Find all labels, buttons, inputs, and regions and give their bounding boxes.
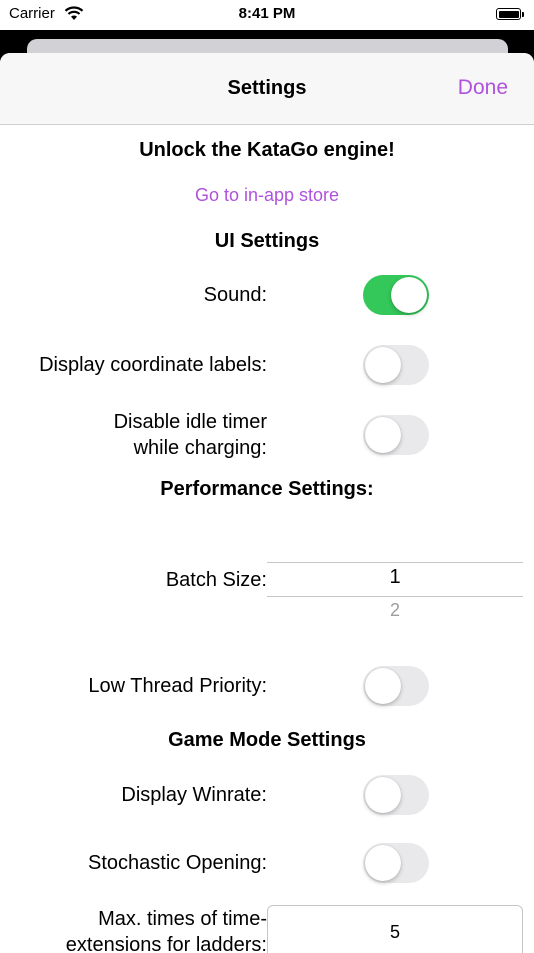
idle-timer-label-line2: while charging: — [133, 437, 267, 459]
status-bar: Carrier 8:41 PM — [0, 0, 534, 30]
toggle-knob — [365, 668, 401, 704]
done-button[interactable]: Done — [458, 76, 508, 100]
display-winrate-toggle[interactable] — [363, 775, 429, 815]
navigation-bar: Settings Done — [0, 53, 534, 125]
batch-size-option[interactable]: 2 — [267, 600, 523, 621]
toggle-knob — [365, 347, 401, 383]
time-extensions-label-line1: Max. times of time- — [98, 908, 267, 930]
picker-divider — [267, 596, 523, 597]
coordinate-labels-label: Display coordinate labels: — [39, 354, 267, 376]
settings-sheet: Settings Done Unlock the KataGo engine! … — [0, 53, 534, 953]
toggle-knob — [365, 845, 401, 881]
picker-divider — [267, 562, 523, 563]
batch-size-picker[interactable]: 1 2 — [267, 562, 523, 644]
coordinate-labels-toggle[interactable] — [363, 345, 429, 385]
toggle-knob — [391, 277, 427, 313]
display-winrate-label: Display Winrate: — [121, 784, 267, 806]
performance-heading: Performance Settings: — [160, 478, 374, 500]
in-app-store-link[interactable]: Go to in-app store — [0, 185, 534, 206]
battery-tip — [522, 12, 524, 17]
stochastic-opening-toggle[interactable] — [363, 843, 429, 883]
game-mode-heading: Game Mode Settings — [168, 729, 366, 751]
batch-size-selected[interactable]: 1 — [267, 566, 523, 589]
idle-timer-label: Disable idle timer while charging: — [114, 409, 267, 461]
time-extensions-label: Max. times of time- extensions for ladde… — [66, 906, 267, 953]
sound-toggle[interactable] — [363, 275, 429, 315]
sound-label: Sound: — [203, 284, 267, 306]
idle-timer-label-line1: Disable idle timer — [113, 411, 267, 433]
stochastic-opening-label: Stochastic Opening: — [88, 852, 267, 874]
low-thread-priority-label: Low Thread Priority: — [88, 675, 267, 697]
idle-timer-toggle[interactable] — [363, 415, 429, 455]
clock: 8:41 PM — [238, 5, 296, 22]
toggle-knob — [365, 777, 401, 813]
time-extensions-field[interactable]: 5 — [267, 905, 523, 953]
low-thread-priority-toggle[interactable] — [363, 666, 429, 706]
battery-icon — [496, 8, 521, 20]
page-title: Settings — [227, 77, 307, 99]
batch-size-label: Batch Size: — [165, 569, 267, 591]
toggle-knob — [365, 417, 401, 453]
ui-settings-heading: UI Settings — [214, 230, 320, 252]
unlock-heading: Unlock the KataGo engine! — [139, 139, 395, 161]
